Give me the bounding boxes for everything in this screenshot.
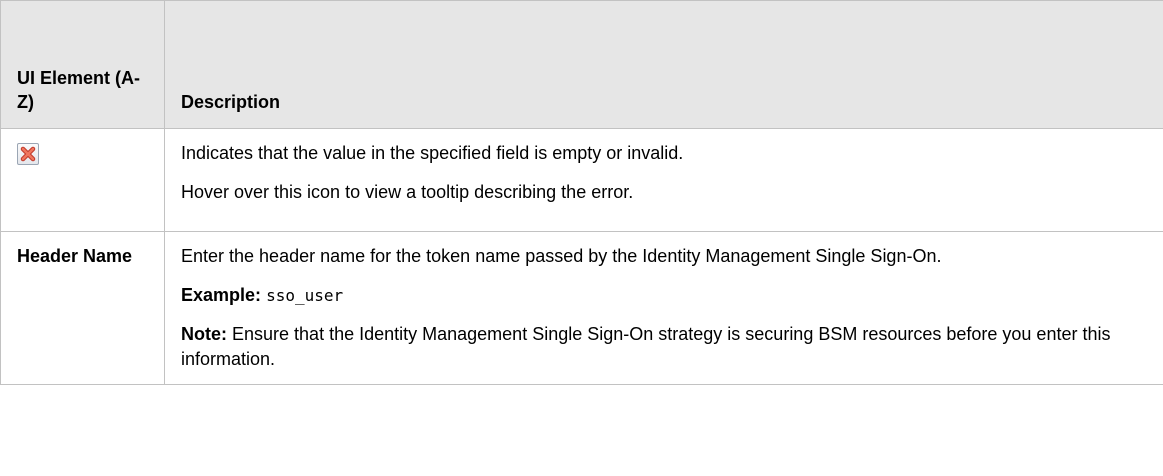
- ui-element-table: UI Element (A-Z) Description Indicates t…: [0, 0, 1163, 385]
- element-cell: Header Name: [0, 231, 165, 385]
- error-x-icon: [17, 143, 39, 165]
- table-header-row: UI Element (A-Z) Description: [0, 0, 1163, 129]
- table-row: Header Name Enter the header name for th…: [0, 231, 1163, 385]
- example-label: Example:: [181, 285, 262, 305]
- note-text: Ensure that the Identity Management Sing…: [181, 324, 1111, 369]
- element-cell: [0, 128, 165, 232]
- description-text: Indicates that the value in the specifie…: [181, 143, 684, 163]
- header-ui-element: UI Element (A-Z): [0, 0, 165, 129]
- note-paragraph: Note: Ensure that the Identity Managemen…: [181, 322, 1147, 372]
- description-cell: Indicates that the value in the specifie…: [164, 128, 1163, 232]
- note-label: Note:: [181, 324, 227, 344]
- example-paragraph: Example: sso_user: [181, 283, 1147, 308]
- description-cell: Enter the header name for the token name…: [164, 231, 1163, 385]
- description-text: Enter the header name for the token name…: [181, 246, 942, 266]
- example-value: sso_user: [266, 286, 344, 305]
- description-text: Hover over this icon to view a tooltip d…: [181, 182, 634, 202]
- table-row: Indicates that the value in the specifie…: [0, 128, 1163, 232]
- header-description: Description: [164, 0, 1163, 129]
